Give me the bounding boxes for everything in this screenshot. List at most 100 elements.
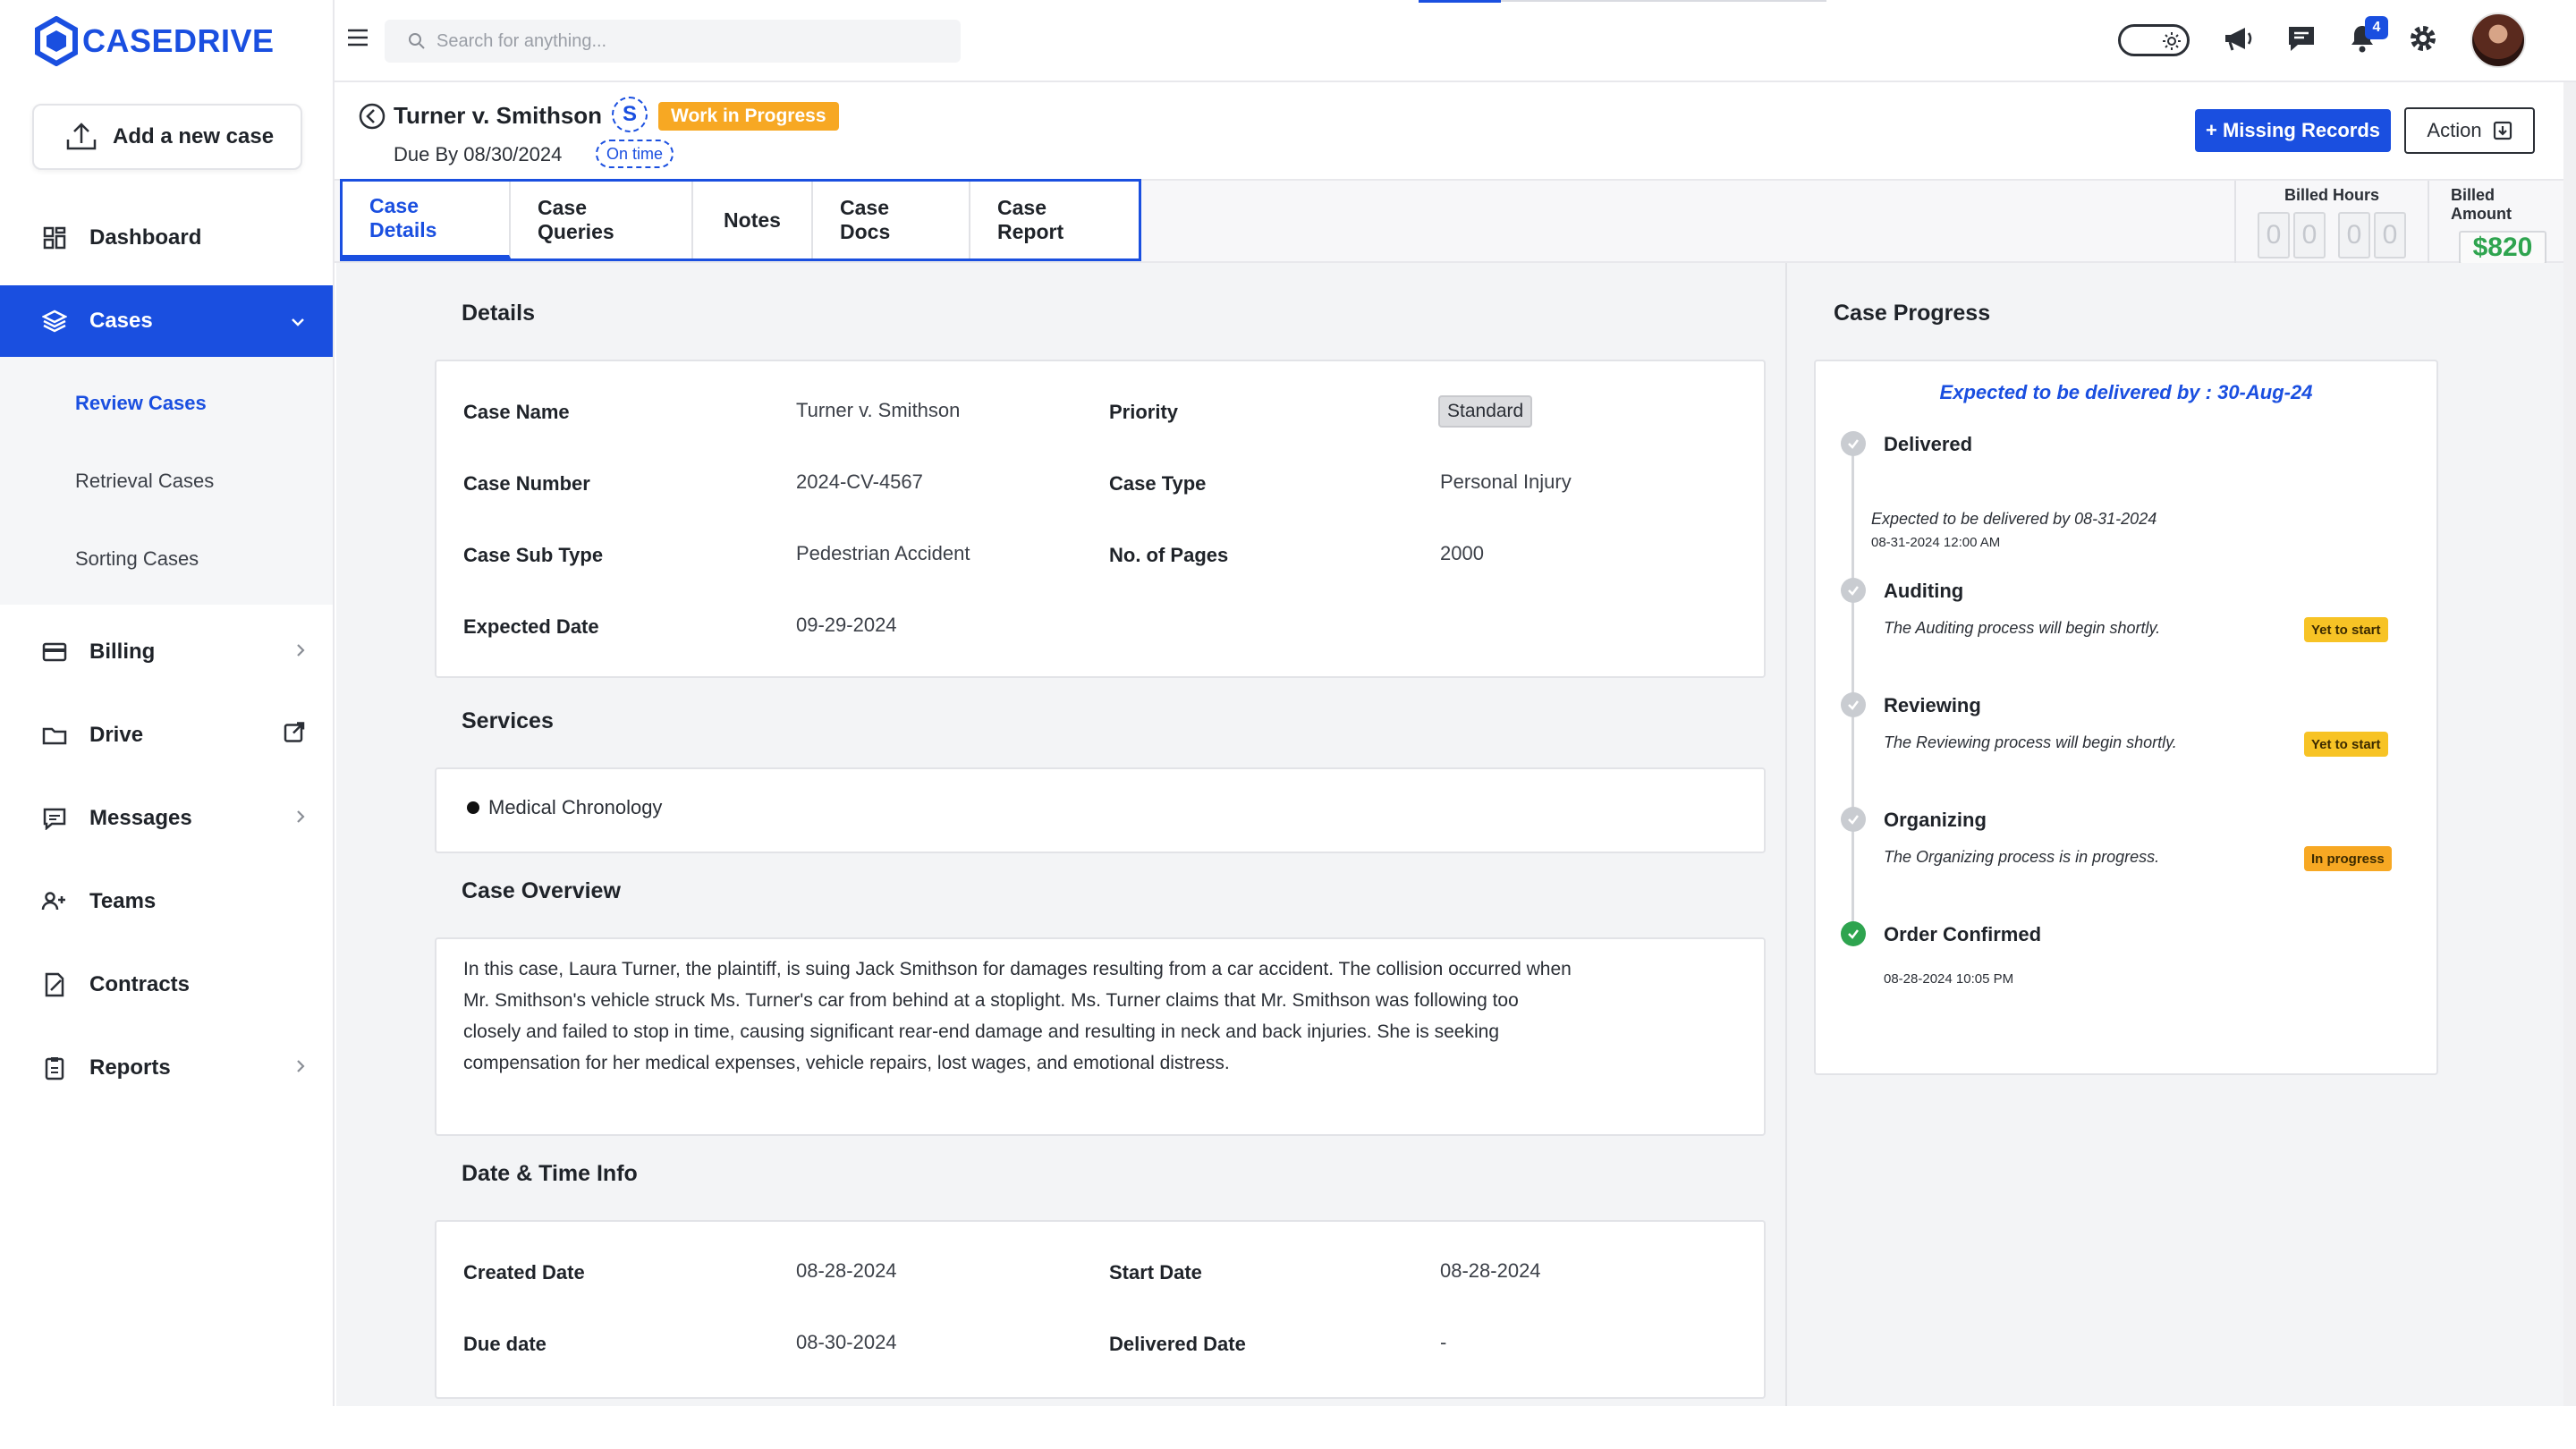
tab-case-report[interactable]: Case Report — [970, 182, 1139, 258]
page-loading-bar — [1419, 0, 1826, 3]
tabs-row: Case Details Case Queries Notes Case Doc… — [335, 179, 2576, 265]
back-arrow-icon[interactable] — [358, 102, 386, 135]
case-sub-type-value: Pedestrian Accident — [796, 542, 970, 564]
overview-line: closely and failed to stop in time, caus… — [463, 1021, 1499, 1042]
subnav-retrieval-cases[interactable]: Retrieval Cases — [0, 442, 333, 520]
nav-contracts-label: Contracts — [89, 972, 191, 996]
created-date-value: 08-28-2024 — [796, 1259, 897, 1282]
nav-messages[interactable]: Messages — [0, 783, 333, 854]
dashboard-icon — [41, 225, 68, 251]
chevron-down-icon — [290, 309, 306, 334]
step-pending-icon — [1841, 692, 1866, 717]
folder-icon — [41, 722, 68, 749]
main-nav: Dashboard Cases Review Cases Retrieval C… — [0, 202, 333, 1104]
hamburger-menu-icon[interactable] — [345, 27, 370, 53]
billed-hours: Billed Hours 0 0 0 0 — [2236, 181, 2428, 263]
billed-hours-label: Billed Hours — [2284, 186, 2379, 204]
case-initial-badge[interactable]: S — [612, 97, 648, 132]
step-order-confirmed-time: 08-28-2024 10:05 PM — [1884, 971, 2014, 987]
external-link-icon[interactable] — [283, 721, 306, 750]
nav-drive-label: Drive — [89, 723, 144, 747]
tab-case-docs[interactable]: Case Docs — [813, 182, 970, 258]
hours-digit: 0 — [2258, 212, 2290, 258]
tab-case-details[interactable]: Case Details — [343, 182, 511, 258]
step-pending-icon — [1841, 578, 1866, 603]
nav-messages-label: Messages — [89, 806, 192, 830]
missing-records-button[interactable]: + Missing Records — [2195, 109, 2392, 152]
case-name-label: Case Name — [463, 401, 570, 423]
case-sub-type-label: Case Sub Type — [463, 544, 604, 566]
search-bar — [385, 20, 961, 63]
step-organizing-title: Organizing — [1884, 809, 1987, 831]
nav-drive[interactable]: Drive — [0, 699, 333, 771]
case-status-badge: Work in Progress — [658, 102, 839, 131]
brand-name: CASEDRIVE — [82, 22, 275, 59]
top-bar: 4 — [335, 0, 2576, 82]
hours-digit: 0 — [2338, 212, 2370, 258]
theme-toggle[interactable] — [2118, 24, 2190, 56]
action-button-label: Action — [2427, 119, 2482, 141]
megaphone-icon[interactable] — [2222, 24, 2254, 57]
notification-count-badge: 4 — [2365, 15, 2388, 39]
subnav-sorting-cases[interactable]: Sorting Cases — [0, 520, 333, 597]
nav-contracts[interactable]: Contracts — [0, 949, 333, 1021]
team-icon — [41, 888, 68, 915]
sidebar: CASEDRIVE Add a new case Dashboard Cases — [0, 0, 335, 1406]
case-tabs: Case Details Case Queries Notes Case Doc… — [340, 179, 1141, 261]
details-title: Details — [462, 301, 535, 326]
gear-icon[interactable] — [2408, 23, 2438, 58]
subnav-review-cases[interactable]: Review Cases — [0, 364, 333, 442]
export-icon — [2493, 121, 2512, 140]
nav-billing[interactable]: Billing — [0, 616, 333, 688]
case-progress-panel: Case Progress Expected to be delivered b… — [1785, 263, 2576, 1406]
step-pending-icon — [1841, 431, 1866, 456]
step-pending-icon — [1841, 807, 1866, 832]
nav-cases[interactable]: Cases — [0, 285, 333, 357]
search-input[interactable] — [436, 30, 937, 52]
billed-amount-value: $820 — [2458, 231, 2547, 265]
pages-label: No. of Pages — [1109, 544, 1229, 566]
delivered-date-value: - — [1440, 1331, 1447, 1353]
billing-summary: Billed Hours 0 0 0 0 Billed Amount $820 — [2234, 181, 2576, 265]
step-organizing-desc: The Organizing process is in progress. — [1884, 848, 2160, 866]
page-scrollbar[interactable] — [2563, 82, 2576, 1406]
delivered-date-label: Delivered Date — [1109, 1333, 1246, 1355]
nav-teams[interactable]: Teams — [0, 866, 333, 937]
brand-logo[interactable]: CASEDRIVE — [34, 16, 275, 66]
step-auditing-desc: The Auditing process will begin shortly. — [1884, 619, 2161, 637]
notification-bell[interactable]: 4 — [2349, 15, 2388, 58]
nav-dashboard[interactable]: Dashboard — [0, 202, 333, 274]
add-case-button[interactable]: Add a new case — [32, 104, 302, 170]
details-card: Case Name Turner v. Smithson Priority St… — [435, 360, 1766, 678]
due-date-label: Due date — [463, 1333, 547, 1355]
action-button[interactable]: Action — [2404, 107, 2535, 154]
progress-title: Case Progress — [1834, 301, 1991, 326]
hours-digit: 0 — [2374, 212, 2406, 258]
top-icons: 4 — [2118, 13, 2526, 68]
chevron-right-icon — [295, 640, 306, 665]
hexagon-logo-icon — [35, 16, 78, 66]
cases-subnav: Review Cases Retrieval Cases Sorting Cas… — [0, 357, 333, 605]
expected-delivery-text: Expected to be delivered by : 30-Aug-24 — [1939, 381, 2313, 403]
step-delivered-desc: Expected to be delivered by 08-31-2024 — [1871, 510, 2157, 528]
due-date-value: 08-30-2024 — [796, 1331, 897, 1353]
step-reviewing-title: Reviewing — [1884, 694, 1981, 716]
progress-card: Expected to be delivered by : 30-Aug-24 … — [1814, 360, 2438, 1075]
priority-badge: Standard — [1438, 395, 1533, 428]
overview-card: In this case, Laura Turner, the plaintif… — [435, 937, 1766, 1136]
report-icon — [41, 1055, 68, 1081]
tab-notes[interactable]: Notes — [693, 182, 813, 258]
priority-label: Priority — [1109, 401, 1179, 423]
nav-billing-label: Billing — [89, 640, 156, 664]
card-icon — [41, 639, 68, 665]
case-header: Turner v. Smithson S Work in Progress Du… — [335, 84, 2576, 179]
contract-icon — [41, 971, 68, 998]
tab-case-queries[interactable]: Case Queries — [511, 182, 693, 258]
add-case-label: Add a new case — [113, 124, 275, 148]
step-reviewing-desc: The Reviewing process will begin shortly… — [1884, 733, 2177, 751]
step-auditing-status: Yet to start — [2304, 617, 2388, 642]
user-avatar[interactable] — [2470, 13, 2526, 68]
nav-reports[interactable]: Reports — [0, 1032, 333, 1104]
chat-icon[interactable] — [2286, 24, 2317, 57]
expected-date-label: Expected Date — [463, 615, 599, 638]
